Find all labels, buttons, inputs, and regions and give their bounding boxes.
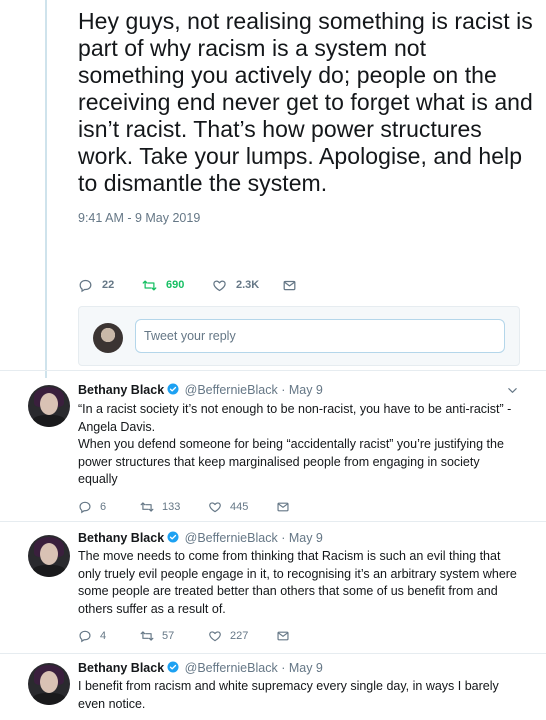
separator: · <box>281 661 286 675</box>
divider <box>0 653 546 654</box>
retweet-icon <box>142 280 157 290</box>
tweet-text-line: power structures that keep marginalised … <box>78 454 480 469</box>
like-icon <box>209 631 221 642</box>
tweet-text-line: only truely evil people engage in it, to… <box>78 566 517 581</box>
reply-button[interactable]: 6 <box>78 500 140 514</box>
tweet-date[interactable]: May 9 <box>289 531 323 545</box>
divider <box>0 521 546 522</box>
direct-message-icon <box>277 631 289 641</box>
tweet-text: The move needs to come from thinking tha… <box>78 548 518 618</box>
reply-tweet-content: Bethany Black @BeffernieBlack · May 9 I … <box>78 660 518 713</box>
current-user-avatar <box>93 323 123 353</box>
reply-composer: Tweet your reply <box>78 306 520 366</box>
retweet-icon <box>140 502 154 512</box>
reply-tweet[interactable]: Bethany Black @BeffernieBlack · May 9 “I… <box>0 380 546 520</box>
tweet-date[interactable]: May 9 <box>289 661 323 675</box>
like-count: 445 <box>230 501 249 513</box>
like-count: 227 <box>230 630 249 642</box>
reply-input[interactable]: Tweet your reply <box>135 319 505 353</box>
like-button[interactable]: 445 <box>208 500 276 514</box>
verified-badge-icon <box>167 383 179 395</box>
main-tweet: Hey guys, not realising something is rac… <box>78 8 538 225</box>
direct-message-button[interactable] <box>276 500 298 514</box>
retweet-button[interactable]: 57 <box>140 629 208 643</box>
tweet-text-line: even notice. <box>78 696 146 711</box>
tweet-text-line: some people are treated better than othe… <box>78 584 498 598</box>
reply-count: 22 <box>102 279 115 291</box>
direct-message-button[interactable] <box>282 278 306 293</box>
author-handle[interactable]: @BeffernieBlack <box>185 383 278 397</box>
tweet-text-line: I benefit from racism and white supremac… <box>78 679 499 693</box>
chevron-down-icon[interactable] <box>507 385 518 396</box>
avatar[interactable] <box>28 535 70 577</box>
main-tweet-timestamp[interactable]: 9:41 AM - 9 May 2019 <box>78 211 538 225</box>
reply-icon <box>79 630 91 643</box>
verified-badge-icon <box>167 531 179 543</box>
tweet-text-line: The move needs to come from thinking tha… <box>78 549 501 563</box>
direct-message-icon <box>283 280 296 290</box>
author-handle[interactable]: @BeffernieBlack <box>185 531 278 545</box>
tweet-date[interactable]: May 9 <box>289 383 323 397</box>
reply-tweet-content: Bethany Black @BeffernieBlack · May 9 Th… <box>78 530 518 618</box>
separator: · <box>281 383 286 397</box>
tweet-text-line: Angela Davis. <box>78 419 156 434</box>
like-icon <box>209 502 221 513</box>
avatar[interactable] <box>28 663 70 705</box>
verified-badge-icon <box>167 661 179 673</box>
reply-count: 6 <box>100 501 107 513</box>
separator: · <box>281 531 286 545</box>
reply-icon <box>79 501 91 514</box>
like-count: 2.3K <box>236 279 260 291</box>
author-name[interactable]: Bethany Black <box>78 383 164 397</box>
author-handle[interactable]: @BeffernieBlack <box>185 661 278 675</box>
reply-tweet-content: Bethany Black @BeffernieBlack · May 9 “I… <box>78 382 518 489</box>
retweet-button[interactable]: 133 <box>140 500 208 514</box>
tweet-text-line: When you defend someone for being “accid… <box>78 437 504 451</box>
retweet-count: 133 <box>162 501 181 513</box>
tweet-actions: 4 57 227 <box>78 628 298 644</box>
like-button[interactable]: 227 <box>208 629 276 643</box>
tweet-text-line: others suffer as a result of. <box>78 601 226 616</box>
retweet-count: 57 <box>162 630 175 642</box>
retweet-count: 690 <box>166 279 185 291</box>
tweet-header: Bethany Black @BeffernieBlack · May 9 <box>78 382 518 398</box>
reply-button[interactable]: 22 <box>78 278 142 293</box>
tweet-text-line: equally <box>78 472 118 486</box>
tweet-text: I benefit from racism and white supremac… <box>78 678 518 713</box>
direct-message-button[interactable] <box>276 629 298 643</box>
like-icon <box>213 280 226 291</box>
tweet-text-line: “In a racist society it’s not enough to … <box>78 402 512 416</box>
tweet-header: Bethany Black @BeffernieBlack · May 9 <box>78 660 518 676</box>
reply-tweet[interactable]: Bethany Black @BeffernieBlack · May 9 I … <box>0 660 546 720</box>
thread-connector-line <box>45 0 47 378</box>
main-tweet-text: Hey guys, not realising something is rac… <box>78 8 533 196</box>
like-button[interactable]: 2.3K <box>212 278 282 293</box>
author-name[interactable]: Bethany Black <box>78 531 164 545</box>
reply-icon <box>79 279 92 292</box>
retweet-button[interactable]: 690 <box>142 278 212 293</box>
reply-count: 4 <box>100 630 107 642</box>
reply-tweet[interactable]: Bethany Black @BeffernieBlack · May 9 Th… <box>0 530 546 654</box>
retweet-icon <box>140 631 154 641</box>
tweet-text: “In a racist society it’s not enough to … <box>78 401 518 489</box>
direct-message-icon <box>277 502 289 512</box>
reply-button[interactable]: 4 <box>78 629 140 643</box>
tweet-header: Bethany Black @BeffernieBlack · May 9 <box>78 530 518 546</box>
divider <box>0 370 546 371</box>
avatar[interactable] <box>28 385 70 427</box>
main-tweet-actions: 22 690 2.3K <box>78 276 306 294</box>
author-name[interactable]: Bethany Black <box>78 661 164 675</box>
tweet-actions: 6 133 445 <box>78 499 298 515</box>
